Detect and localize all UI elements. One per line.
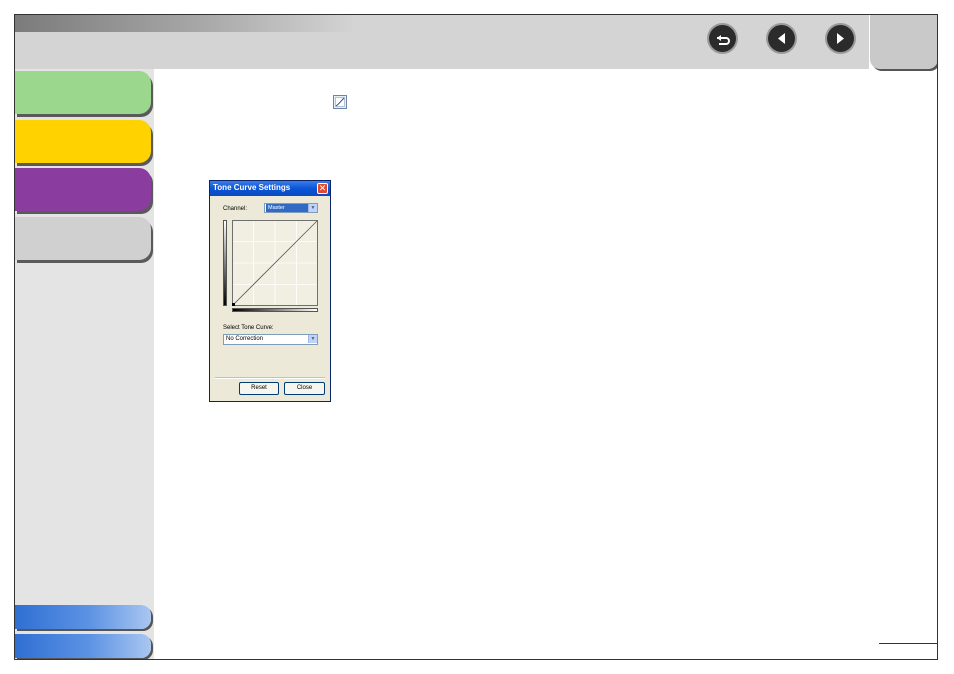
manual-page-frame: Tone Curve Settings ✕ Channel: Master ▼ bbox=[14, 14, 938, 660]
channel-label: Channel: bbox=[223, 206, 248, 212]
tone-curve-graph[interactable] bbox=[232, 220, 318, 306]
previous-page-button[interactable] bbox=[768, 25, 795, 52]
input-gradient-bar bbox=[232, 308, 318, 312]
sidebar-bottom-tab-2[interactable] bbox=[15, 634, 151, 658]
tone-curve-icon bbox=[333, 95, 347, 114]
sidebar-tab-yellow[interactable] bbox=[15, 120, 151, 163]
output-gradient-bar bbox=[223, 220, 227, 306]
tone-curve-settings-dialog: Tone Curve Settings ✕ Channel: Master ▼ bbox=[209, 180, 331, 402]
curve-start-handle[interactable] bbox=[232, 303, 235, 306]
select-tone-curve-label: Select Tone Curve: bbox=[223, 325, 274, 331]
top-bar bbox=[15, 15, 869, 69]
channel-value: Master bbox=[266, 204, 308, 212]
chevron-down-icon: ▼ bbox=[308, 335, 317, 343]
triangle-left-icon bbox=[778, 33, 785, 44]
corner-tab[interactable] bbox=[870, 15, 937, 69]
page-number-underline bbox=[879, 643, 937, 644]
tone-curve-select[interactable]: No Correction ▼ bbox=[223, 334, 318, 345]
top-bar-stripe bbox=[15, 15, 355, 32]
dialog-separator bbox=[215, 377, 325, 379]
tone-curve-value: No Correction bbox=[226, 336, 264, 342]
sidebar-bottom-tab-1[interactable] bbox=[15, 605, 151, 629]
channel-select[interactable]: Master ▼ bbox=[264, 203, 318, 213]
close-button[interactable]: Close bbox=[284, 382, 325, 395]
dialog-title: Tone Curve Settings bbox=[213, 183, 291, 192]
sidebar-tab-gray[interactable] bbox=[15, 217, 151, 260]
triangle-right-icon bbox=[837, 33, 844, 44]
sidebar bbox=[15, 69, 154, 659]
sidebar-tab-green[interactable] bbox=[15, 71, 151, 114]
back-button[interactable] bbox=[709, 25, 736, 52]
next-page-button[interactable] bbox=[827, 25, 854, 52]
reset-button[interactable]: Reset bbox=[239, 382, 279, 395]
sidebar-tab-purple[interactable] bbox=[15, 168, 151, 211]
dialog-close-icon-button[interactable]: ✕ bbox=[317, 183, 328, 194]
return-arrow-icon bbox=[717, 35, 730, 45]
close-icon: ✕ bbox=[318, 183, 327, 193]
dialog-title-bar[interactable]: Tone Curve Settings ✕ bbox=[210, 181, 330, 196]
chevron-down-icon: ▼ bbox=[308, 204, 317, 212]
